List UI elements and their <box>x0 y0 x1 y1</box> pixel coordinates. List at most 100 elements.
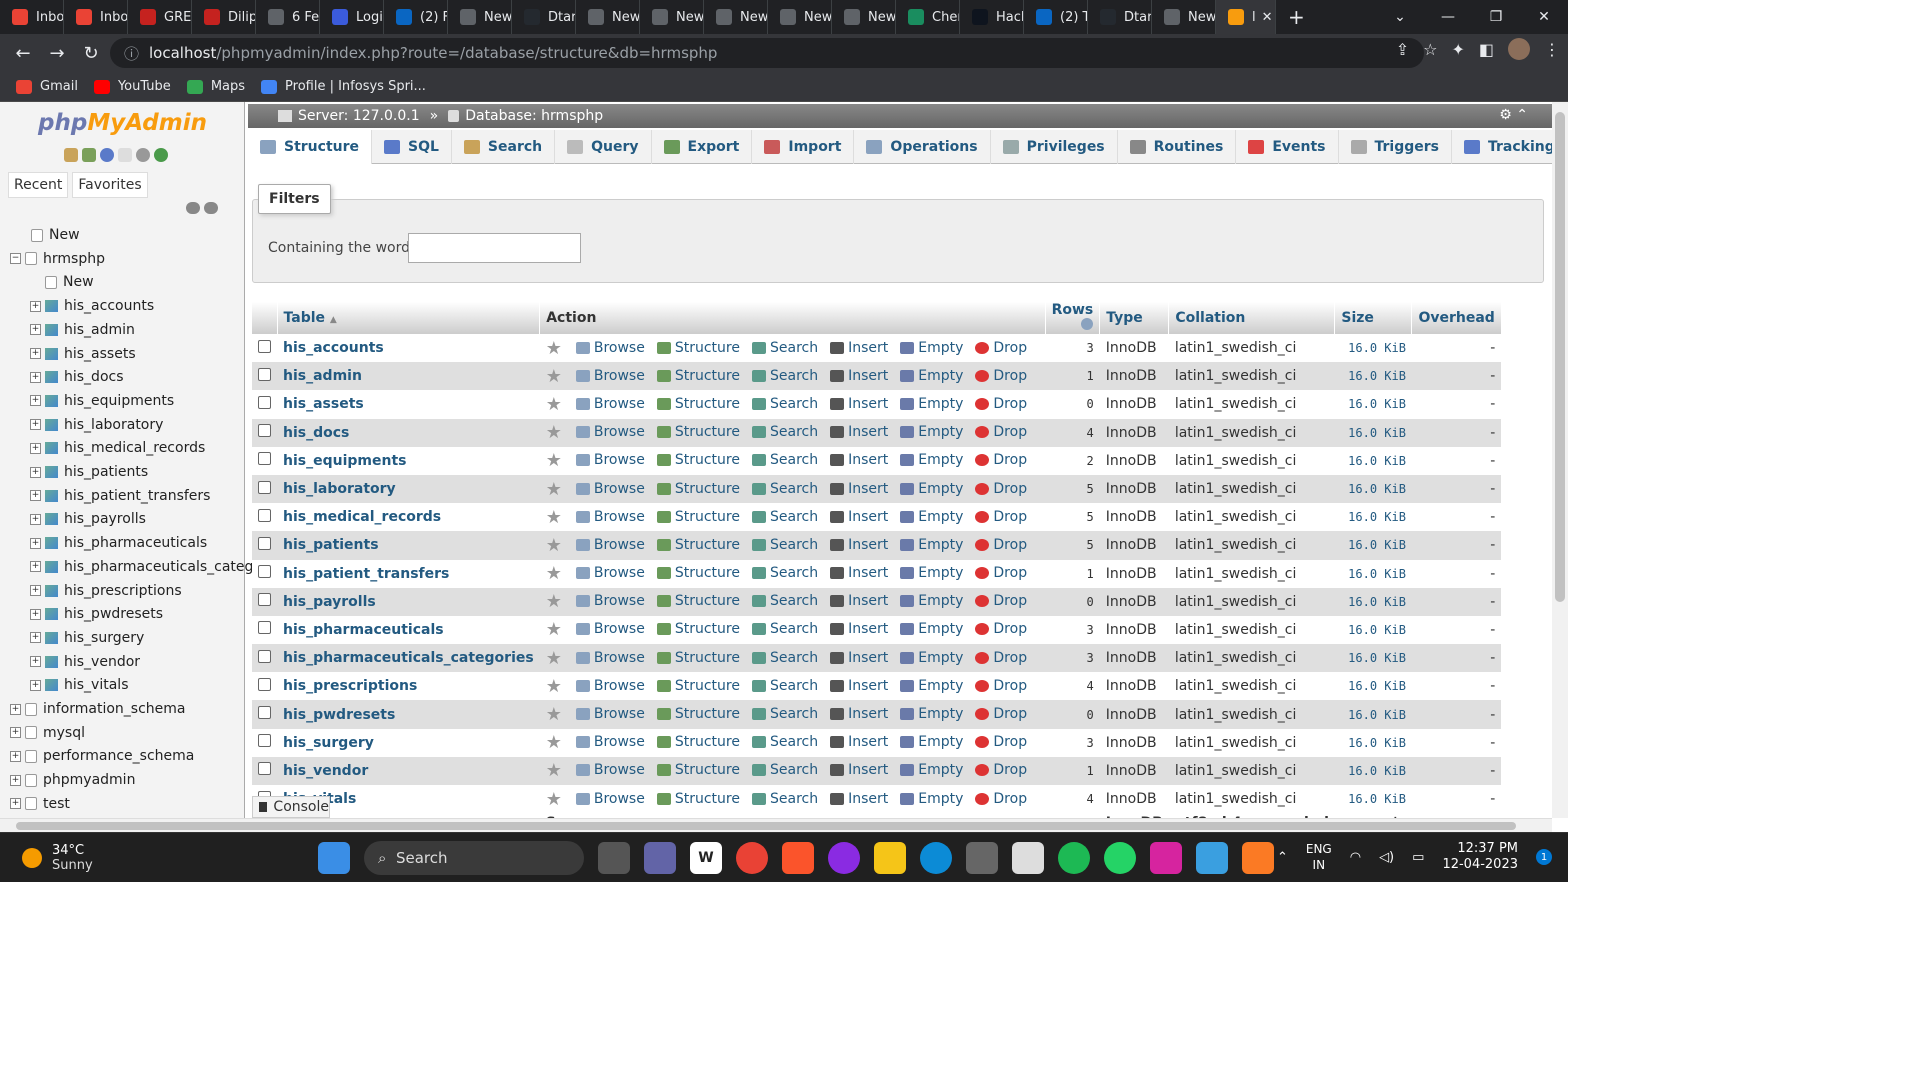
favorite-star-icon[interactable]: ★ <box>546 507 562 528</box>
insert-action[interactable]: Insert <box>830 650 888 666</box>
insert-action[interactable]: Insert <box>830 734 888 750</box>
close-tab-icon[interactable]: ✕ <box>1262 10 1273 25</box>
browse-action[interactable]: Browse <box>575 734 645 750</box>
browser-tab[interactable]: New <box>640 0 704 34</box>
table-size[interactable]: 16.0 KiB <box>1334 700 1412 729</box>
docs-icon[interactable] <box>118 148 132 162</box>
row-checkbox[interactable] <box>258 621 271 635</box>
tree-node-table[interactable]: + his_payrolls <box>30 508 146 530</box>
browse-action[interactable]: Browse <box>575 340 645 356</box>
search-action[interactable]: Search <box>751 762 818 778</box>
search-action[interactable]: Search <box>751 452 818 468</box>
drop-action[interactable]: Drop <box>975 593 1027 609</box>
tree-node-table[interactable]: + his_pharmaceuticals <box>30 532 207 554</box>
table-name-link[interactable]: his_pharmaceuticals <box>277 615 540 645</box>
drop-action[interactable]: Drop <box>975 678 1027 694</box>
insert-action[interactable]: Insert <box>830 621 888 637</box>
insert-action[interactable]: Insert <box>830 791 888 807</box>
tab-export[interactable]: Export <box>652 130 753 164</box>
minimize-icon[interactable]: — <box>1424 9 1472 25</box>
insert-action[interactable]: Insert <box>830 368 888 384</box>
tree-node-db[interactable]: + performance_schema <box>10 745 194 767</box>
table-name-link[interactable]: his_payrolls <box>277 587 540 616</box>
search-action[interactable]: Search <box>751 509 818 525</box>
reload-icon[interactable]: ↻ <box>74 43 108 64</box>
input-language[interactable]: ENG IN <box>1306 841 1332 873</box>
rows-help-icon[interactable] <box>1081 318 1094 330</box>
drop-action[interactable]: Drop <box>975 537 1027 553</box>
url-field[interactable]: ⓘ localhost/phpmyadmin/index.php?route=/… <box>110 38 1424 68</box>
teams-icon[interactable] <box>644 842 676 874</box>
table-name-link[interactable]: his_patient_transfers <box>277 559 540 588</box>
vertical-scrollbar[interactable] <box>1552 102 1568 818</box>
start-icon[interactable] <box>318 842 350 874</box>
tree-node-table[interactable]: + his_equipments <box>30 390 174 412</box>
row-checkbox[interactable] <box>258 536 271 550</box>
insert-action[interactable]: Insert <box>830 593 888 609</box>
browser-tab[interactable]: Logi <box>320 0 384 34</box>
structure-action[interactable]: Structure <box>656 368 740 384</box>
drop-action[interactable]: Drop <box>975 650 1027 666</box>
table-name-link[interactable]: his_laboratory <box>277 474 540 504</box>
tree-node-db[interactable]: + information_schema <box>10 698 186 720</box>
row-checkbox[interactable] <box>258 593 271 607</box>
expand-icon[interactable]: + <box>10 798 21 810</box>
drop-action[interactable]: Drop <box>975 340 1027 356</box>
structure-action[interactable]: Structure <box>656 762 740 778</box>
favorite-star-icon[interactable]: ★ <box>546 676 562 697</box>
whatsapp-icon[interactable] <box>1104 842 1136 874</box>
empty-action[interactable]: Empty <box>900 368 963 384</box>
search-action[interactable]: Search <box>751 565 818 581</box>
brave-icon[interactable] <box>782 842 814 874</box>
app-icon[interactable]: W <box>690 842 722 874</box>
tab-import[interactable]: Import <box>752 130 855 164</box>
insert-action[interactable]: Insert <box>830 706 888 722</box>
tree-node-new[interactable]: New <box>16 224 80 246</box>
row-checkbox[interactable] <box>258 649 271 663</box>
table-size[interactable]: 16.0 KiB <box>1334 785 1412 814</box>
search-action[interactable]: Search <box>751 678 818 694</box>
insert-action[interactable]: Insert <box>830 424 888 440</box>
structure-action[interactable]: Structure <box>656 452 740 468</box>
header-type[interactable]: Type <box>1099 302 1170 334</box>
empty-action[interactable]: Empty <box>900 481 963 497</box>
search-action[interactable]: Search <box>751 791 818 807</box>
row-checkbox[interactable] <box>258 677 271 691</box>
browse-action[interactable]: Browse <box>575 368 645 384</box>
empty-action[interactable]: Empty <box>900 678 963 694</box>
empty-action[interactable]: Empty <box>900 650 963 666</box>
favorites-tab[interactable]: Favorites <box>72 172 148 198</box>
horizontal-scrollbar[interactable] <box>0 818 1552 832</box>
empty-action[interactable]: Empty <box>900 593 963 609</box>
edge-icon[interactable] <box>920 842 952 874</box>
table-size[interactable]: 16.0 KiB <box>1334 362 1412 391</box>
logout-icon[interactable] <box>82 148 96 162</box>
table-name-link[interactable]: his_admin <box>277 362 540 391</box>
back-icon[interactable]: ← <box>6 43 40 64</box>
table-size[interactable]: 16.0 KiB <box>1334 644 1412 673</box>
row-checkbox[interactable] <box>258 395 271 409</box>
weather-widget[interactable]: 34°C Sunny <box>22 843 93 873</box>
browse-action[interactable]: Browse <box>575 593 645 609</box>
favorite-star-icon[interactable]: ★ <box>546 619 562 640</box>
store-icon[interactable] <box>1012 842 1044 874</box>
xampp-icon[interactable] <box>1242 842 1274 874</box>
table-name-link[interactable]: his_patients <box>277 531 540 560</box>
browse-action[interactable]: Browse <box>575 424 645 440</box>
expand-icon[interactable]: + <box>30 371 41 383</box>
notification-badge[interactable]: 1 <box>1536 849 1552 865</box>
expand-icon[interactable]: + <box>30 395 41 407</box>
empty-action[interactable]: Empty <box>900 452 963 468</box>
structure-action[interactable]: Structure <box>656 537 740 553</box>
browser-tab[interactable]: New <box>704 0 768 34</box>
structure-action[interactable]: Structure <box>656 593 740 609</box>
expand-icon[interactable]: + <box>10 750 21 762</box>
row-checkbox[interactable] <box>258 452 271 466</box>
header-size[interactable]: Size <box>1334 302 1413 334</box>
browser-tab[interactable]: New <box>448 0 512 34</box>
bookmark-item[interactable]: Profile | Infosys Spri... <box>261 79 426 94</box>
browse-action[interactable]: Browse <box>575 791 645 807</box>
row-checkbox[interactable] <box>258 508 271 522</box>
site-info-icon[interactable]: ⓘ <box>124 43 139 64</box>
tree-node-table[interactable]: + his_patient_transfers <box>30 485 210 507</box>
